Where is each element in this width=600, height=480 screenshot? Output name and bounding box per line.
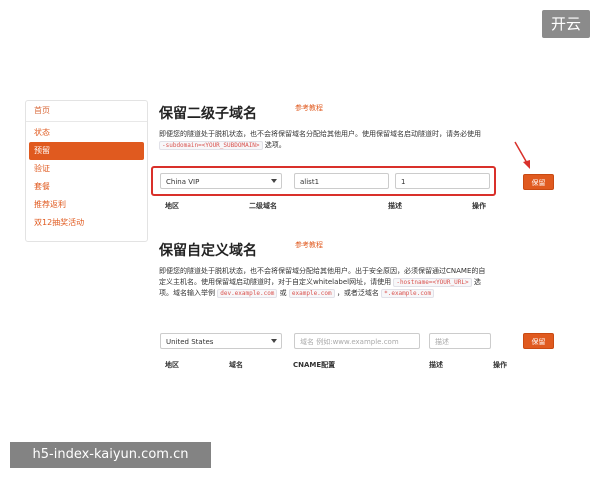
column-actions: 操作 [472,202,486,210]
wildcard-domain-code: *.example.com [381,289,435,298]
sidebar-item-verify[interactable]: 验证 [26,160,147,178]
custom-domain-input[interactable]: 域名 例如:www.example.com [294,333,420,349]
sidebar-item-status[interactable]: 状态 [26,124,147,142]
subdomain-description-input[interactable]: 1 [395,173,490,189]
column-description: 描述 [429,361,443,369]
chevron-down-icon [271,179,277,183]
hostname-flag-code: -hostname=<YOUR_URL> [393,278,472,287]
subdomain-region-select[interactable]: China VIP [160,173,282,189]
sidebar-item-referral[interactable]: 推荐返利 [26,196,147,214]
custom-domain-description: 即便您的隧道处于脱机状态，也不会将保留域分配给其他用户。出于安全原因，必须保留通… [159,267,486,298]
sidebar-item-plans[interactable]: 套餐 [26,178,147,196]
custom-domain-title: 保留自定义域名 [159,243,257,259]
corner-button[interactable]: 开云 [542,10,590,38]
subdomain-input[interactable]: alist1 [294,173,389,189]
column-domain: 域名 [229,361,243,369]
example-domain-code: dev.example.com [217,289,278,298]
example-root-code: example.com [288,289,335,298]
subdomain-title: 保留二级子域名 [159,106,257,122]
column-description: 描述 [388,202,402,210]
column-subdomain: 二级域名 [249,202,277,210]
subdomain-description: 即便您的隧道处于脱机状态，也不会将保留域名分配给其他用户。使用保留域名启动隧道时… [159,130,481,150]
column-cname: CNAME配置 [293,361,336,369]
column-actions: 操作 [493,361,507,369]
subdomain-flag-code: -subdomain=<YOUR_SUBDOMAIN> [159,141,263,150]
sidebar-item-lottery[interactable]: 双12抽奖活动 [26,214,147,232]
sidebar-item-reserve[interactable]: 预留 [29,142,144,160]
subdomain-save-button[interactable]: 保留 [523,174,554,190]
custom-domain-tutorial-link[interactable]: 参考教程 [295,240,323,250]
sidebar-nav: 首页 状态 预留 验证 套餐 推荐返利 双12抽奖活动 [25,100,148,242]
custom-save-button[interactable]: 保留 [523,333,554,349]
custom-region-select[interactable]: United States [160,333,282,349]
column-region: 地区 [165,361,179,369]
subdomain-tutorial-link[interactable]: 参考教程 [295,103,323,113]
sidebar-item-home[interactable]: 首页 [26,101,147,122]
chevron-down-icon [271,339,277,343]
watermark-banner: h5-index-kaiyun.com.cn [10,442,211,468]
custom-description-input[interactable]: 描述 [429,333,491,349]
column-region: 地区 [165,202,179,210]
